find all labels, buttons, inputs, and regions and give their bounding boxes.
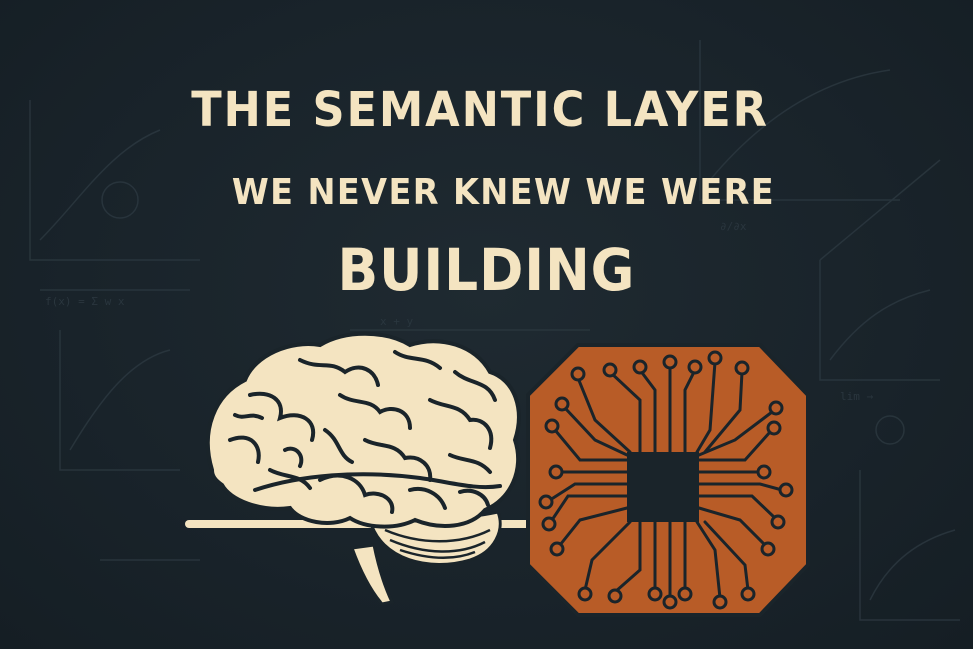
poster-canvas: f(x) = Σ w x x + y ∂/∂x lim → THE SEMANT… [0,0,973,649]
illustration [185,331,810,617]
circuit-chip-icon [526,343,810,617]
brain-icon [205,331,521,606]
